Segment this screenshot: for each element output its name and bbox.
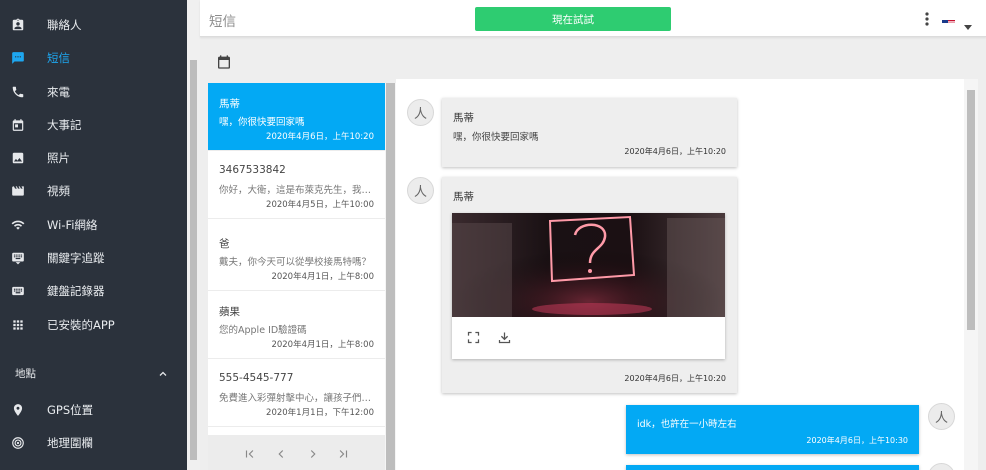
calendar-icon[interactable]: [216, 54, 232, 70]
sidebar-item-messages[interactable]: 短信: [0, 41, 187, 74]
sidebar-item-wifi[interactable]: Wi-Fi網絡: [0, 208, 187, 241]
try-now-button[interactable]: 現在試試: [475, 7, 671, 31]
avatar: 人: [407, 99, 434, 126]
keylogger-icon: [11, 284, 25, 298]
conversation-time: 2020年4月5日，上午10:00: [266, 200, 374, 210]
message-bubble-outgoing: [626, 465, 919, 470]
contacts-icon: [11, 18, 25, 32]
sidebar-item-label: 關鍵字追蹤: [47, 250, 105, 265]
first-page-icon[interactable]: [243, 446, 257, 460]
sidebar-item-label: 照片: [47, 150, 70, 165]
page-title: 短信: [209, 14, 236, 30]
message-bubble-incoming: 馬蒂 2020年4月6日，上午10:20: [442, 177, 737, 393]
sidebar-item-label: 大事記: [47, 117, 82, 132]
conversation-preview: 嘿，你很快要回家嗎: [219, 117, 305, 128]
sidebar-item-calls[interactable]: 來電: [0, 75, 187, 108]
sidebar-item-contacts[interactable]: 聯絡人: [0, 8, 187, 41]
photo-icon: [11, 151, 25, 165]
video-icon: [11, 184, 25, 198]
phone-icon: [11, 85, 25, 99]
conversation-preview: 你好，大衛，這是布萊克先生，我注意到: [219, 185, 379, 196]
conversation-preview: 您的Apple ID驗證碼: [219, 325, 307, 336]
calendar-event-icon: [11, 118, 25, 132]
sidebar-item-photos[interactable]: 照片: [0, 141, 187, 174]
message-thread-scrollbar-thumb[interactable]: [967, 90, 975, 330]
conversation-name: 3467533842: [219, 164, 286, 176]
pagination: [208, 435, 385, 470]
apps-icon: [11, 318, 25, 332]
conversation-name: 蘋果: [219, 306, 240, 318]
sidebar-item-label: Wi-Fi網絡: [47, 217, 98, 232]
message-bubble-incoming: 馬蒂 嘿，你很快要回家嗎 2020年4月6日，上午10:20: [442, 98, 737, 167]
sidebar-item-geofence[interactable]: 地理圍欄: [0, 426, 187, 459]
keyboard-icon: [11, 251, 25, 265]
conversation-item[interactable]: 爸 戴夫，你今天可以從學校接馬特嗎？ 2020年4月1日，上午8:00: [208, 223, 385, 291]
sidebar-item-label: 鍵盤記錄器: [47, 283, 105, 298]
prev-page-icon[interactable]: [274, 446, 288, 460]
section-title-location: 地點: [15, 368, 36, 380]
sidebar-item-label: 地理圍欄: [47, 435, 93, 450]
conversation-time: 2020年4月6日，上午10:20: [266, 132, 374, 142]
conversation-item[interactable]: 蘋果 您的Apple ID驗證碼 2020年4月1日，上午8:00: [208, 291, 385, 359]
sidebar-item-events[interactable]: 大事記: [0, 108, 187, 141]
message-icon: [11, 51, 25, 65]
us-flag-icon[interactable]: [942, 14, 955, 23]
image-attachment[interactable]: [452, 213, 725, 359]
message-sender: 馬蒂: [453, 191, 474, 203]
message-time: 2020年4月6日，上午10:20: [624, 147, 726, 156]
message-text: idk，也許在一小時左右: [637, 419, 737, 430]
download-icon[interactable]: [497, 330, 512, 345]
conversation-item[interactable]: 3467533842 你好，大衛，這是布萊克先生，我注意到 2020年4月5日，…: [208, 151, 385, 219]
message-text: 嘿，你很快要回家嗎: [453, 132, 539, 143]
avatar: 人: [407, 177, 434, 204]
sidebar-item-gps[interactable]: GPS位置: [0, 393, 187, 426]
next-page-icon[interactable]: [306, 446, 320, 460]
conversation-time: 2020年4月1日，上午8:00: [271, 272, 374, 282]
more-vert-icon[interactable]: [922, 11, 932, 27]
sidebar-item-label: 短信: [47, 50, 70, 65]
conversation-name: 爸: [219, 238, 230, 250]
sidebar-item-label: 聯絡人: [47, 17, 82, 32]
sidebar-item-label: 視頻: [47, 183, 70, 198]
attached-photo[interactable]: [452, 213, 725, 317]
caret-down-icon[interactable]: [964, 16, 972, 30]
last-page-icon[interactable]: [336, 446, 350, 460]
conversation-item[interactable]: 馬蒂 嘿，你很快要回家嗎 2020年4月6日，上午10:20: [208, 83, 385, 151]
top-bar: 短信 現在試試: [200, 0, 986, 37]
conversation-time: 2020年1月1日，下午12:00: [266, 408, 374, 418]
avatar: 人: [928, 403, 955, 430]
message-time: 2020年4月6日，上午10:30: [806, 436, 908, 445]
sidebar-scrollbar-thumb[interactable]: [190, 60, 197, 460]
message-time: 2020年4月6日，上午10:20: [624, 374, 726, 383]
sidebar-item-label: 已安裝的APP: [47, 317, 115, 332]
sidebar-item-keylogger[interactable]: 鍵盤記錄器: [0, 274, 187, 307]
message-sender: 馬蒂: [453, 112, 474, 124]
wifi-icon: [11, 218, 25, 232]
message-bubble-outgoing: idk，也許在一小時左右 2020年4月6日，上午10:30: [626, 405, 919, 454]
conversation-name: 555-4545-777: [219, 372, 294, 384]
conversation-list: 馬蒂 嘿，你很快要回家嗎 2020年4月6日，上午10:20 346753384…: [208, 83, 385, 470]
geofence-icon: [11, 436, 25, 450]
conversation-item[interactable]: 555-4545-777 免費進入彩彈射擊中心，讓孩子們今天 2020年1月1日…: [208, 359, 385, 427]
sidebar-item-label: 來電: [47, 84, 70, 99]
sidebar-item-videos[interactable]: 視頻: [0, 174, 187, 207]
conversation-list-scrollbar-thumb[interactable]: [386, 83, 395, 470]
chevron-up-icon[interactable]: [157, 365, 169, 377]
conversation-preview: 免費進入彩彈射擊中心，讓孩子們今天: [219, 393, 379, 404]
avatar: 人: [928, 463, 955, 470]
sidebar-item-keyword-tracking[interactable]: 關鍵字追蹤: [0, 241, 187, 274]
sidebar-item-installed-apps[interactable]: 已安裝的APP: [0, 308, 187, 341]
conversation-name: 馬蒂: [219, 98, 240, 110]
message-thread: 人 馬蒂 嘿，你很快要回家嗎 2020年4月6日，上午10:20 人 馬蒂 20…: [396, 79, 964, 470]
conversation-time: 2020年4月1日，上午8:00: [271, 340, 374, 350]
conversation-preview: 戴夫，你今天可以從學校接馬特嗎？: [219, 257, 372, 268]
fullscreen-icon[interactable]: [466, 330, 481, 345]
location-pin-icon: [11, 403, 25, 417]
sidebar: 聯絡人 短信 來電 大事記 照片 視頻 Wi-Fi網絡 關鍵字追蹤 鍵盤記錄器 …: [0, 0, 187, 470]
sidebar-item-label: GPS位置: [47, 402, 94, 417]
